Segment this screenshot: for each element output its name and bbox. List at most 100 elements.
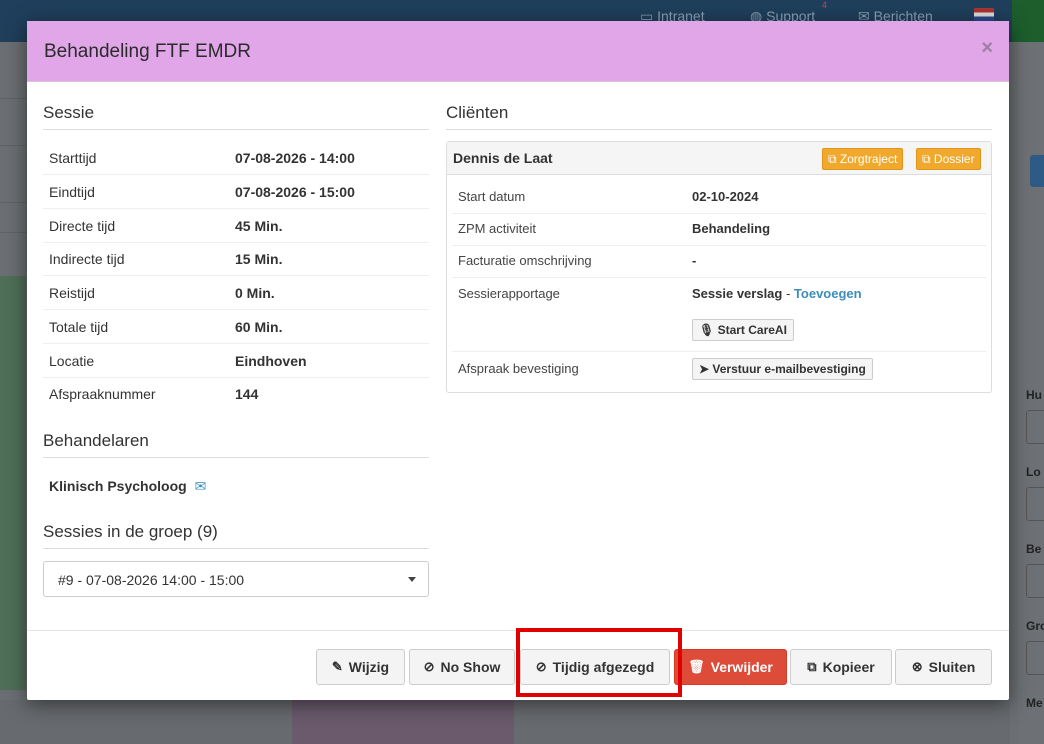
close-circle-icon: ⊗ — [911, 659, 923, 674]
sessie-row: Reistijd 0 Min. — [43, 276, 429, 310]
bg-field[interactable] — [1026, 641, 1044, 675]
support-badge: 4 — [822, 0, 828, 10]
row-label: Afspraaknummer — [49, 386, 156, 402]
start-careai-button[interactable]: 🎙 Start CareAI — [692, 319, 794, 341]
no-show-button[interactable]: ⊘ No Show — [409, 649, 515, 685]
behandelaar-name: Klinisch Psycholoog ✉ — [49, 478, 206, 495]
client-row: Start datum 02-10-2024 — [452, 182, 986, 214]
no-show-label: No Show — [440, 659, 501, 675]
sessie-row: Locatie Eindhoven — [43, 344, 429, 378]
wijzig-label: Wijzig — [348, 659, 390, 675]
envelope-icon[interactable]: ✉ — [195, 478, 207, 494]
client-row: ZPM activiteit Behandeling — [452, 214, 986, 246]
groep-heading: Sessies in de groep (9) — [43, 522, 429, 549]
sessie-heading: Sessie — [43, 103, 429, 130]
copy-icon: ⧉ — [807, 659, 817, 674]
client-name: Dennis de Laat — [453, 150, 553, 166]
sessie-verslag: Sessie verslag - Toevoegen — [692, 286, 862, 301]
chevron-down-icon — [408, 577, 416, 582]
sessie-row: Indirecte tijd 15 Min. — [43, 242, 429, 276]
bg-field[interactable] — [1026, 564, 1044, 598]
row-label: Reistijd — [49, 285, 95, 301]
row-label: Afspraak bevestiging — [458, 361, 579, 376]
client-panel-header: Dennis de Laat ⧉ Zorgtraject ⧉ Dossier — [447, 142, 991, 175]
modal-footer: ✎ Wijzig ⊘ No Show ⊘ Tijdig afgezegd 🗑 Verwi… — [27, 630, 1009, 700]
close-icon[interactable]: × — [981, 37, 993, 60]
microphone-icon: 🎙 — [699, 323, 715, 337]
trash-icon: 🗑 — [688, 659, 705, 674]
row-label: ZPM activiteit — [458, 221, 537, 236]
sessie-row: Starttijd 07-08-2026 - 14:00 — [43, 141, 429, 175]
verstuur-label: Verstuur e-mailbevestiging — [712, 362, 866, 376]
appointment-modal: Behandeling FTF EMDR × Sessie Starttijd 0… — [27, 21, 1009, 700]
bg-field[interactable] — [1026, 487, 1044, 521]
client-row: Facturatie omschrijving - — [452, 246, 986, 278]
zorgtraject-label: Zorgtraject — [839, 152, 898, 166]
bg-green-column — [0, 276, 26, 690]
bg-label: Me — [1026, 696, 1043, 710]
external-link-icon: ⧉ — [828, 152, 837, 166]
wijzig-button[interactable]: ✎ Wijzig — [316, 649, 405, 685]
zorgtraject-button[interactable]: ⧉ Zorgtraject — [822, 148, 904, 170]
row-label: Indirecte tijd — [49, 251, 125, 267]
bg-label: Gro — [1026, 619, 1044, 633]
bg-label: Hu — [1026, 388, 1042, 402]
row-label: Totale tijd — [49, 319, 109, 335]
behandelaar-label: Klinisch Psycholoog — [49, 478, 187, 494]
client-panel: Dennis de Laat ⧉ Zorgtraject ⧉ Dossier S… — [446, 141, 992, 393]
language-flag-icon[interactable] — [974, 8, 994, 21]
sluiten-label: Sluiten — [928, 659, 976, 675]
verwijder-label: Verwijder — [710, 659, 773, 675]
sessie-verslag-label: Sessie verslag — [692, 286, 783, 301]
sessie-row: Eindtijd 07-08-2026 - 15:00 — [43, 175, 429, 209]
bg-label: Lo — [1026, 465, 1041, 479]
row-value: 60 Min. — [235, 319, 283, 335]
ban-icon: ⊘ — [423, 659, 435, 674]
row-label: Start datum — [458, 189, 526, 204]
kopieer-label: Kopieer — [822, 659, 875, 675]
row-label: Starttijd — [49, 150, 97, 166]
row-value: 07-08-2026 - 15:00 — [235, 184, 355, 200]
bg-label: Be — [1026, 542, 1042, 556]
bg-calendar-event — [292, 700, 514, 744]
row-value: 144 — [235, 386, 259, 402]
verwijder-button[interactable]: 🗑 Verwijder — [674, 649, 787, 685]
verstuur-bevestiging-button[interactable]: ➤ Verstuur e-mailbevestiging — [692, 358, 873, 380]
toevoegen-link[interactable]: Toevoegen — [794, 286, 862, 301]
start-careai-label: Start CareAI — [717, 323, 787, 337]
ban-icon: ⊘ — [535, 659, 547, 674]
row-value: Behandeling — [692, 221, 771, 236]
sessie-row: Afspraaknummer 144 — [43, 377, 429, 411]
tijdig-label: Tijdig afgezegd — [552, 659, 655, 675]
group-session-select[interactable]: #9 - 07-08-2026 14:00 - 15:00 — [43, 561, 429, 597]
bg-right-panel: Hu Lo Be Gro Me — [1018, 42, 1044, 744]
row-label: Sessierapportage — [458, 286, 560, 301]
row-value: - — [692, 253, 697, 268]
row-value: 45 Min. — [235, 218, 283, 234]
row-value: 02-10-2024 — [692, 189, 759, 204]
select-value: #9 - 07-08-2026 14:00 - 15:00 — [58, 572, 245, 588]
paper-plane-icon: ➤ — [699, 362, 710, 376]
sessie-row: Totale tijd 60 Min. — [43, 310, 429, 344]
lock-icon[interactable] — [1012, 0, 1044, 42]
row-label: Facturatie omschrijving — [458, 253, 592, 268]
kopieer-button[interactable]: ⧉ Kopieer — [790, 649, 892, 685]
row-value: Eindhoven — [235, 353, 307, 369]
client-row-sessierapportage: Sessierapportage Sessie verslag - Toevoe… — [452, 278, 986, 352]
row-label: Locatie — [49, 353, 95, 369]
bg-field[interactable] — [1026, 410, 1044, 444]
dossier-button[interactable]: ⧉ Dossier — [916, 148, 981, 170]
behandelaren-heading: Behandelaren — [43, 431, 429, 458]
row-label: Eindtijd — [49, 184, 95, 200]
sluiten-button[interactable]: ⊗ Sluiten — [895, 649, 992, 685]
external-link-icon: ⧉ — [922, 152, 931, 166]
pencil-icon: ✎ — [331, 659, 343, 674]
row-label: Directe tijd — [49, 218, 116, 234]
client-row-afspraak: Afspraak bevestiging ➤ Verstuur e-mailbe… — [452, 352, 986, 386]
modal-header: Behandeling FTF EMDR × — [27, 21, 1009, 82]
dossier-label: Dossier — [933, 152, 975, 166]
row-value: 15 Min. — [235, 251, 283, 267]
clienten-heading: Cliënten — [446, 103, 992, 130]
tijdig-afgezegd-button[interactable]: ⊘ Tijdig afgezegd — [520, 649, 670, 685]
bg-blue-button[interactable] — [1030, 155, 1044, 187]
